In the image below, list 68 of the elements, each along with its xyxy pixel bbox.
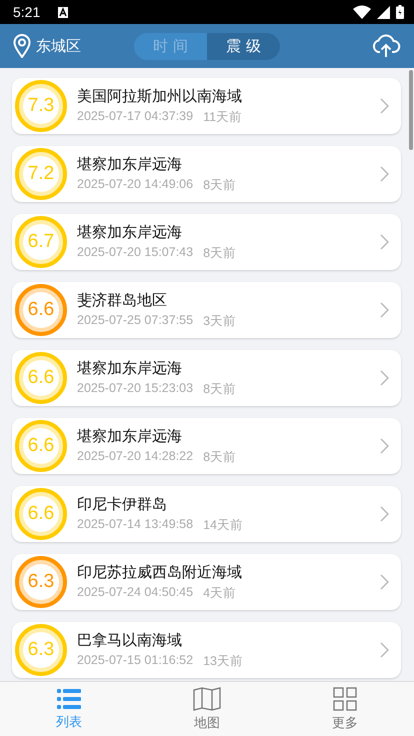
time-ago: 8天前 xyxy=(203,448,236,466)
magnitude-badge: 6.3 xyxy=(15,556,67,608)
quake-time: 2025-07-20 15:23:03 xyxy=(77,380,194,396)
quake-time: 2025-07-14 13:49:58 xyxy=(77,516,194,532)
quake-time: 2025-07-17 04:37:39 xyxy=(77,108,194,124)
magnitude-badge: 6.7 xyxy=(15,216,67,268)
location-label[interactable]: 东城区 xyxy=(36,36,81,56)
cloud-upload-icon[interactable] xyxy=(371,34,401,58)
magnitude-badge: 6.6 xyxy=(15,352,67,404)
earthquake-card[interactable]: 7.3 美国阿拉斯加州以南海域 2025-07-17 04:37:39 11天前 xyxy=(12,78,401,134)
time-ago: 11天前 xyxy=(203,108,242,126)
quake-time: 2025-07-25 07:37:55 xyxy=(77,312,194,328)
time-ago: 13天前 xyxy=(203,652,243,670)
quake-time: 2025-07-24 04:50:45 xyxy=(77,584,194,600)
location-pin-icon xyxy=(13,34,31,58)
place-name: 印尼卡伊群岛 xyxy=(77,494,168,514)
time-ago: 8天前 xyxy=(203,244,236,262)
place-name: 印尼苏拉威西岛附近海域 xyxy=(77,562,243,582)
status-time: 5:21 xyxy=(13,4,40,20)
magnitude-badge: 6.6 xyxy=(15,488,67,540)
earthquake-card[interactable]: 6.7 堪察加东岸远海 2025-07-20 15:07:43 8天前 xyxy=(12,214,401,270)
magnitude-badge: 7.3 xyxy=(15,80,67,132)
notification-icon xyxy=(58,6,68,18)
chevron-right-icon xyxy=(380,234,389,250)
magnitude-badge: 6.6 xyxy=(15,420,67,472)
earthquake-card[interactable]: 6.6 斐济群岛地区 2025-07-25 07:37:55 3天前 xyxy=(12,282,401,338)
earthquake-card[interactable]: 6.6 堪察加东岸远海 2025-07-20 15:23:03 8天前 xyxy=(12,350,401,406)
quake-time: 2025-07-20 14:28:22 xyxy=(77,448,194,464)
place-name: 堪察加东岸远海 xyxy=(77,426,183,446)
magnitude-badge: 6.6 xyxy=(15,284,67,336)
time-ago: 14天前 xyxy=(203,516,243,534)
chevron-right-icon xyxy=(380,302,389,318)
grid-icon xyxy=(333,686,357,710)
place-name: 堪察加东岸远海 xyxy=(77,358,183,378)
chevron-right-icon xyxy=(380,642,389,658)
time-ago: 4天前 xyxy=(203,584,236,602)
magnitude-badge: 6.3 xyxy=(15,624,67,676)
earthquake-card[interactable]: 7.2 堪察加东岸远海 2025-07-20 14:49:06 8天前 xyxy=(12,146,401,202)
quake-time: 2025-07-15 01:16:52 xyxy=(77,652,194,668)
nav-tab[interactable]: 地图 xyxy=(138,682,276,736)
map-icon xyxy=(193,686,221,710)
battery-icon xyxy=(396,5,404,19)
chevron-right-icon xyxy=(380,438,389,454)
quake-time: 2025-07-20 15:07:43 xyxy=(77,244,194,260)
earthquake-card[interactable]: 6.3 巴拿马以南海域 2025-07-15 01:16:52 13天前 xyxy=(12,622,401,678)
place-name: 堪察加东岸远海 xyxy=(77,154,183,174)
chevron-right-icon xyxy=(380,98,389,114)
chevron-right-icon xyxy=(380,166,389,182)
place-name: 堪察加东岸远海 xyxy=(77,222,183,242)
time-ago: 3天前 xyxy=(203,312,236,330)
quake-time: 2025-07-20 14:49:06 xyxy=(77,176,194,192)
place-name: 巴拿马以南海域 xyxy=(77,630,183,650)
magnitude-badge: 7.2 xyxy=(15,148,67,200)
time-ago: 8天前 xyxy=(203,380,236,398)
chevron-right-icon xyxy=(380,370,389,386)
chevron-right-icon xyxy=(380,506,389,522)
place-name: 斐济群岛地区 xyxy=(77,290,168,310)
nav-tab[interactable]: 更多 xyxy=(276,682,414,736)
time-ago: 8天前 xyxy=(203,176,236,194)
wifi-icon xyxy=(353,5,371,19)
place-name: 美国阿拉斯加州以南海域 xyxy=(77,86,243,106)
chevron-right-icon xyxy=(380,574,389,590)
signal-icon xyxy=(377,6,390,18)
sort-tab[interactable]: 震 级 xyxy=(207,32,280,60)
list-icon xyxy=(57,688,81,710)
earthquake-card[interactable]: 6.6 印尼卡伊群岛 2025-07-14 13:49:58 14天前 xyxy=(12,486,401,542)
earthquake-card[interactable]: 6.6 堪察加东岸远海 2025-07-20 14:28:22 8天前 xyxy=(12,418,401,474)
earthquake-card[interactable]: 6.3 印尼苏拉威西岛附近海域 2025-07-24 04:50:45 4天前 xyxy=(12,554,401,610)
